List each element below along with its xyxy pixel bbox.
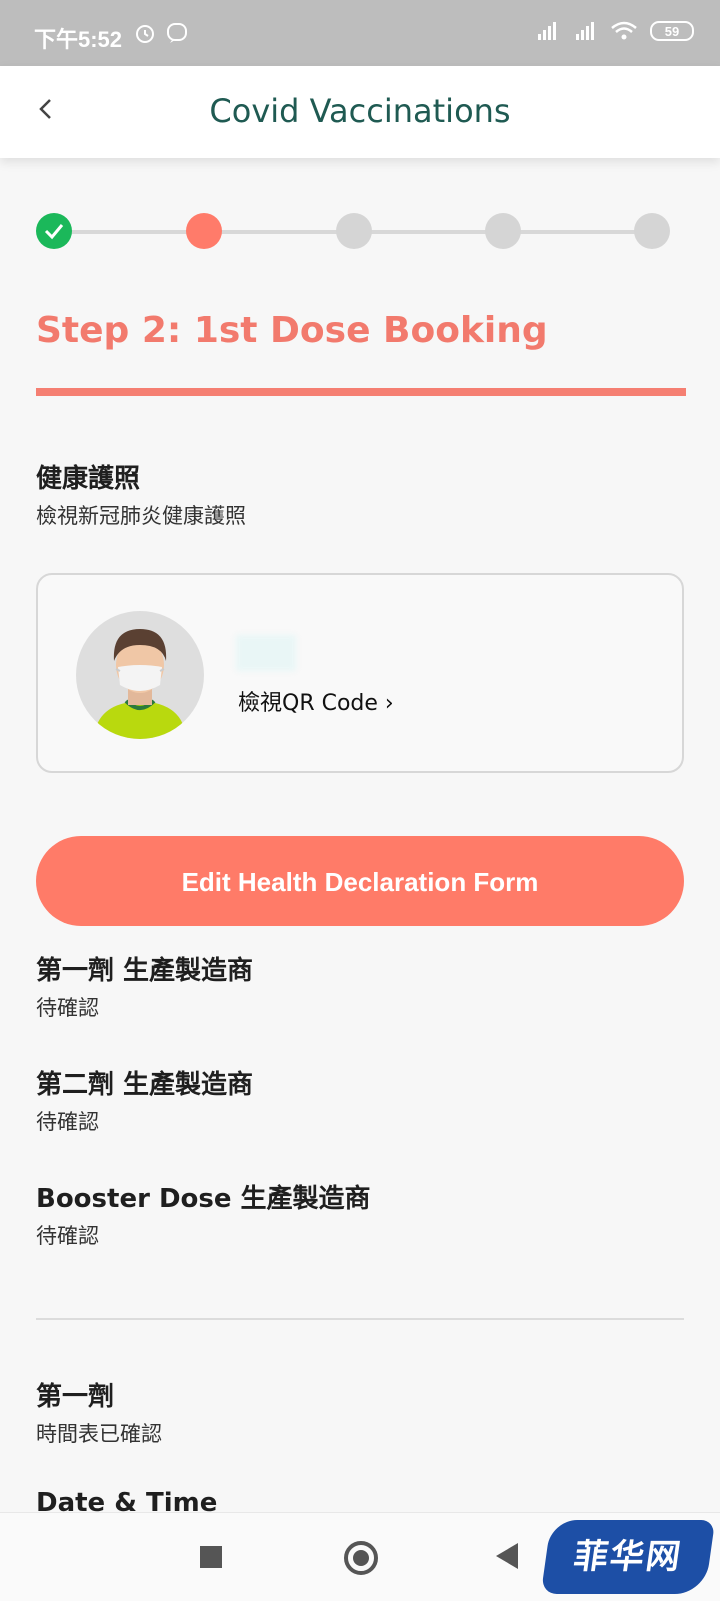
page-title: Covid Vaccinations (209, 92, 511, 130)
first-dose-manufacturer-value: 待確認 (36, 996, 99, 1020)
progress-stepper (36, 212, 686, 252)
step-4-pending (485, 213, 521, 249)
home-icon[interactable] (344, 1541, 378, 1575)
step-title: Step 2: 1st Dose Booking (36, 310, 548, 351)
step-underline (36, 388, 686, 396)
first-dose-manufacturer-title: 第一劑 生產製造商 (36, 956, 254, 986)
alarm-icon (136, 25, 154, 43)
first-dose-schedule-status: 時間表已確認 (36, 1422, 162, 1446)
viber-icon (167, 23, 187, 43)
wifi-icon (611, 21, 637, 40)
health-passport-subtitle: 檢視新冠肺炎健康護照 (36, 504, 246, 528)
second-dose-manufacturer-value: 待確認 (36, 1110, 99, 1134)
status-bar: 下午5:52 59 (0, 0, 720, 66)
blurred-name (236, 635, 296, 671)
step-2-current (186, 213, 222, 249)
battery-icon: 59 (650, 21, 694, 41)
section-divider (36, 1318, 684, 1320)
masked-person-icon (94, 629, 186, 739)
status-time: 下午5:52 (34, 27, 123, 52)
recent-apps-icon[interactable] (200, 1546, 222, 1568)
view-qr-code-link[interactable]: 檢視QR Code › (238, 685, 394, 717)
second-dose-manufacturer-title: 第二劑 生產製造商 (36, 1070, 254, 1100)
first-dose-schedule-title: 第一劑 (36, 1382, 115, 1412)
avatar (76, 611, 204, 739)
step-3-pending (336, 213, 372, 249)
app-header: Covid Vaccinations (0, 66, 720, 158)
booster-dose-manufacturer-value: 待確認 (36, 1224, 99, 1248)
back-triangle-icon[interactable] (496, 1543, 518, 1569)
step-5-pending (634, 213, 670, 249)
check-icon (44, 224, 64, 240)
signal-icon (576, 22, 594, 40)
booster-dose-manufacturer-title: Booster Dose 生產製造商 (36, 1184, 371, 1214)
health-passport-title: 健康護照 (36, 464, 141, 494)
health-passport-card[interactable]: 檢視QR Code › (36, 573, 684, 773)
step-1-done (36, 213, 72, 249)
edit-health-declaration-button[interactable]: Edit Health Declaration Form (36, 836, 684, 926)
watermark-logo: 菲华网 (540, 1520, 716, 1594)
signal-r-icon (538, 22, 556, 40)
